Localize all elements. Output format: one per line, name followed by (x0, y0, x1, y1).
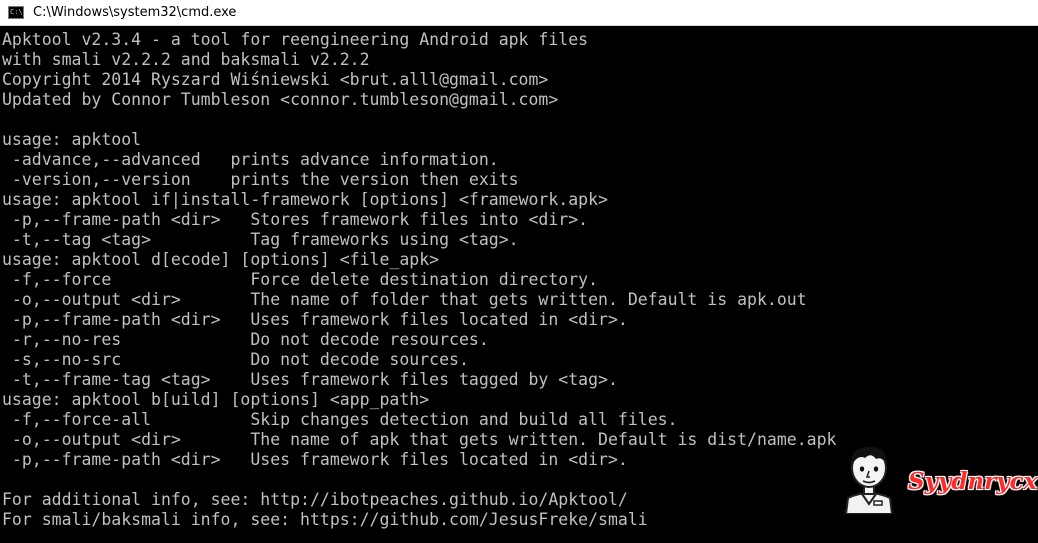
console-line: Apktool v2.3.4 - a tool for reengineerin… (2, 30, 589, 49)
cmd-window: C:\ C:\Windows\system32\cmd.exe Apktool … (0, 0, 1038, 543)
console-line: -f,--force-all Skip changes detection an… (2, 410, 678, 429)
console-line: usage: apktool d[ecode] [options] <file_… (2, 250, 440, 269)
console-line: -f,--force Force delete destination dire… (2, 270, 599, 289)
console-line: -o,--output <dir> The name of folder tha… (2, 290, 807, 309)
watermark: Syydnrycx (838, 438, 1038, 518)
console-line: Copyright 2014 Ryszard Wiśniewski <brut.… (2, 70, 549, 89)
console-line: -advance,--advanced prints advance infor… (2, 150, 499, 169)
window-title: C:\Windows\system32\cmd.exe (33, 5, 237, 20)
console-line: -s,--no-src Do not decode sources. (2, 350, 469, 369)
title-bar[interactable]: C:\ C:\Windows\system32\cmd.exe (0, 0, 1038, 26)
console-line: -t,--frame-tag <tag> Uses framework file… (2, 370, 618, 389)
console-line: -p,--frame-path <dir> Stores framework f… (2, 210, 589, 229)
console-line: usage: apktool (2, 130, 142, 149)
console-line: -p,--frame-path <dir> Uses framework fil… (2, 310, 628, 329)
console-line: -r,--no-res Do not decode resources. (2, 330, 489, 349)
console-line: -t,--tag <tag> Tag frameworks using <tag… (2, 230, 519, 249)
watermark-text: Syydnrycx (908, 468, 1038, 495)
console-line: usage: apktool if|install-framework [opt… (2, 190, 608, 209)
console-line: Updated by Connor Tumbleson <connor.tumb… (2, 90, 559, 109)
cmd-icon: C:\ (8, 6, 24, 19)
console-line: -version,--version prints the version th… (2, 170, 519, 189)
console-line: usage: apktool b[uild] [options] <app_pa… (2, 390, 430, 409)
cartoon-avatar-icon (844, 446, 894, 514)
console-line: with smali v2.2.2 and baksmali v2.2.2 (2, 50, 370, 69)
